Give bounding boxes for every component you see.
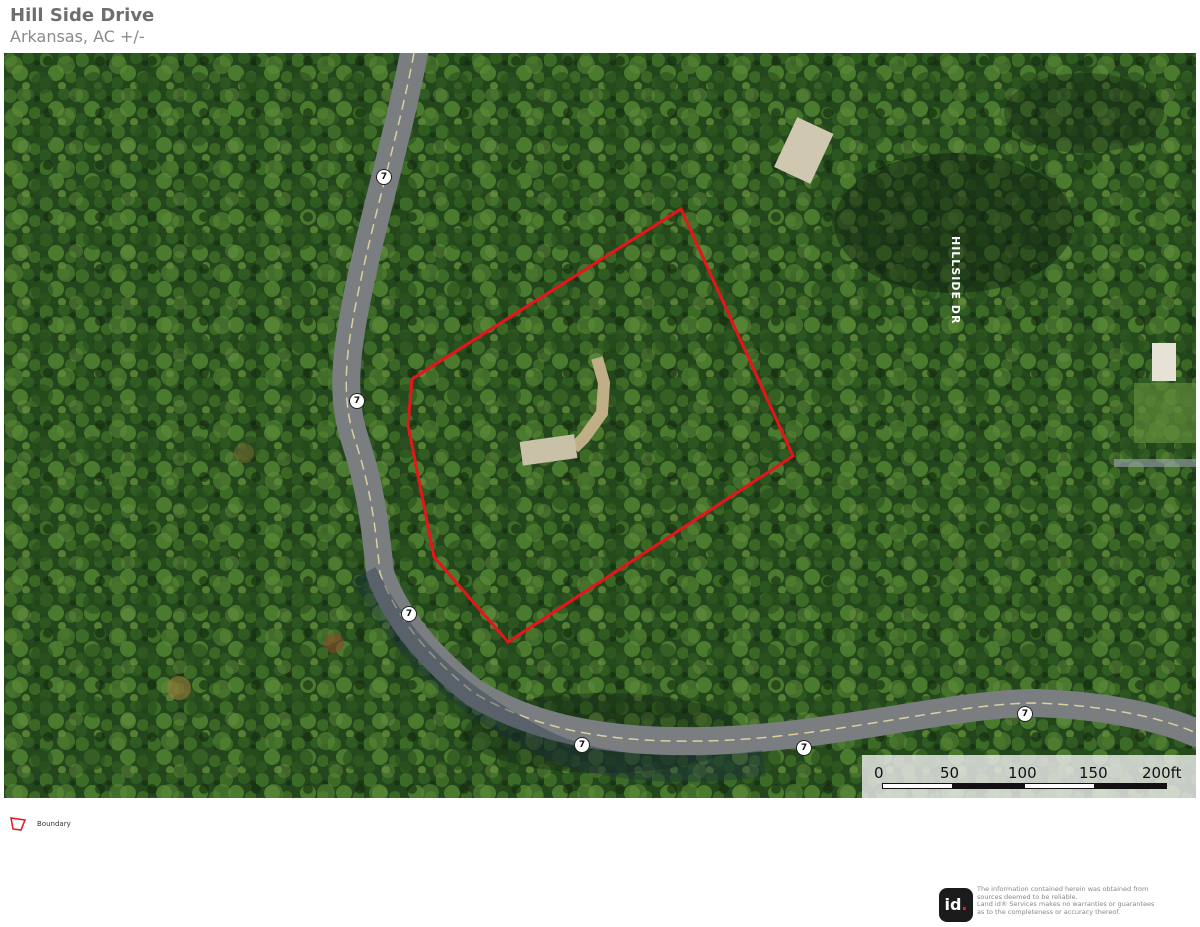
scale-tick: 150 [1079, 764, 1108, 782]
disclaimer-text: The information contained herein was obt… [977, 885, 1182, 916]
route-7-shield: 7 [574, 737, 590, 753]
route-7-shield: 7 [376, 169, 392, 185]
logo-dot: . [961, 895, 968, 914]
scale-bar: 0 50 100 150 200ft [862, 755, 1196, 798]
legend-label: Boundary [37, 820, 71, 828]
scale-tick: 100 [1008, 764, 1037, 782]
road-label-hillside-dr: HILLSIDE DR [949, 236, 962, 325]
scale-segment [953, 783, 1024, 789]
disclaimer-line: as to the completeness or accuracy there… [977, 907, 1121, 916]
scale-tick: 200ft [1142, 764, 1182, 782]
route-7-shield: 7 [401, 606, 417, 622]
route-7-shield: 7 [349, 393, 365, 409]
route-7-shield: 7 [1017, 706, 1033, 722]
scale-tick: 50 [940, 764, 960, 782]
route-7-shield: 7 [796, 740, 812, 756]
property-boundary [406, 206, 795, 644]
scale-segment [882, 783, 953, 789]
page-title: Hill Side Drive [10, 5, 155, 26]
scale-segment [1024, 783, 1095, 789]
map-legend: Boundary [10, 817, 71, 831]
land-id-logo: id. [939, 888, 973, 922]
boundary-polygon-icon [10, 817, 27, 831]
scale-tick: 0 [874, 764, 884, 782]
logo-text: id [944, 895, 962, 914]
page-subtitle: Arkansas, AC +/- [10, 27, 145, 46]
aerial-map[interactable]: HILLSIDE DR 7 7 7 7 7 7 0 50 100 150 200… [4, 53, 1196, 798]
scale-segment [1095, 783, 1167, 789]
